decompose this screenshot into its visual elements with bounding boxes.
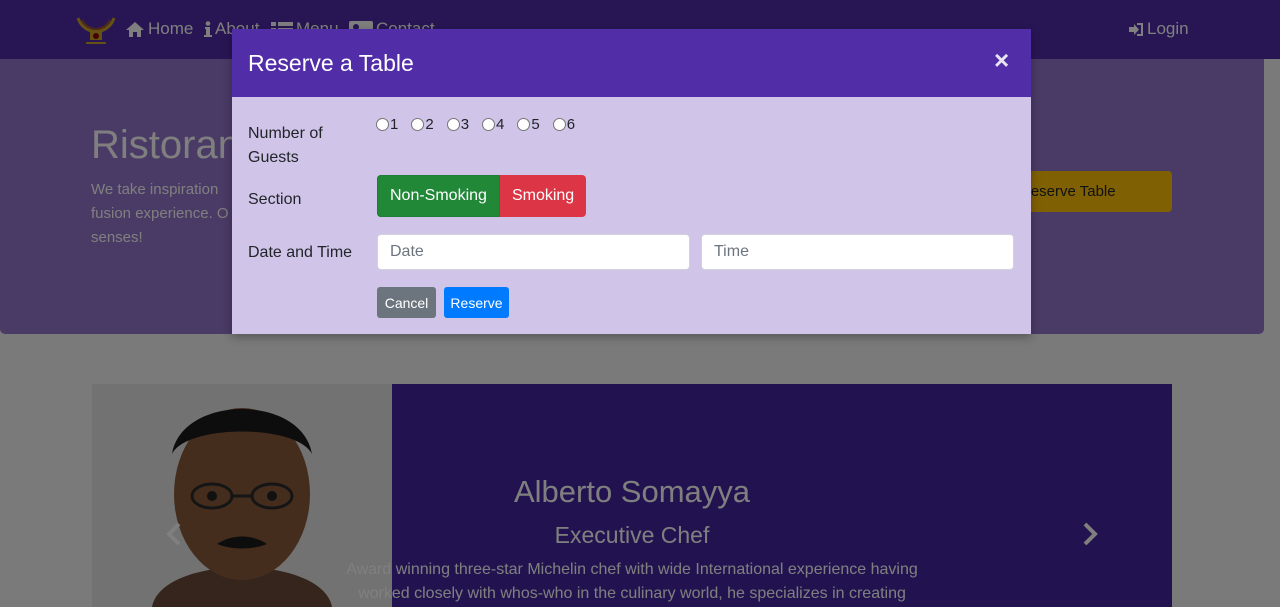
- guests-option-label: 6: [566, 116, 576, 133]
- guests-option-label: 2: [425, 116, 434, 133]
- smoking-button[interactable]: Smoking: [499, 175, 587, 217]
- guests-option-label: 4: [496, 116, 505, 133]
- modal-title: Reserve a Table: [248, 50, 414, 76]
- guests-option-3[interactable]: 3: [446, 116, 470, 133]
- guests-option-4[interactable]: 4: [482, 116, 504, 133]
- radio-button[interactable]: [411, 118, 425, 131]
- guests-option-2[interactable]: 2: [411, 116, 434, 133]
- reserve-button[interactable]: Reserve: [444, 287, 509, 318]
- time-input[interactable]: Time: [701, 234, 1014, 270]
- datetime-label: Date and Time: [248, 244, 353, 261]
- modal-header: Reserve a Table ×: [232, 29, 1031, 97]
- close-icon[interactable]: ×: [994, 47, 1009, 73]
- guests-label: Number of Guests: [248, 122, 323, 170]
- guests-option-1[interactable]: 1: [376, 116, 398, 133]
- guests-option-6[interactable]: 6: [552, 116, 576, 133]
- radio-button[interactable]: [482, 118, 496, 131]
- non-smoking-button[interactable]: Non-Smoking: [377, 175, 500, 217]
- guests-label-line: Guests: [248, 149, 299, 166]
- section-label: Section: [248, 191, 302, 208]
- radio-button[interactable]: [376, 118, 389, 131]
- guests-option-5[interactable]: 5: [517, 116, 540, 133]
- radio-button[interactable]: [517, 118, 531, 131]
- reserve-table-modal: Reserve a Table × Number of Guests 1 2 3…: [232, 29, 1031, 334]
- date-input[interactable]: Date: [377, 234, 690, 270]
- guests-radio-group: 1 2 3 4 5 6: [376, 116, 575, 133]
- radio-button[interactable]: [446, 118, 460, 131]
- guests-label-line: Number of: [248, 125, 323, 142]
- section-toggle-group: Non-Smoking Smoking: [377, 175, 587, 217]
- guests-option-label: 1: [390, 116, 399, 133]
- cancel-button[interactable]: Cancel: [377, 287, 436, 318]
- radio-button[interactable]: [552, 118, 566, 131]
- guests-option-label: 3: [460, 116, 470, 133]
- guests-option-label: 5: [531, 116, 540, 133]
